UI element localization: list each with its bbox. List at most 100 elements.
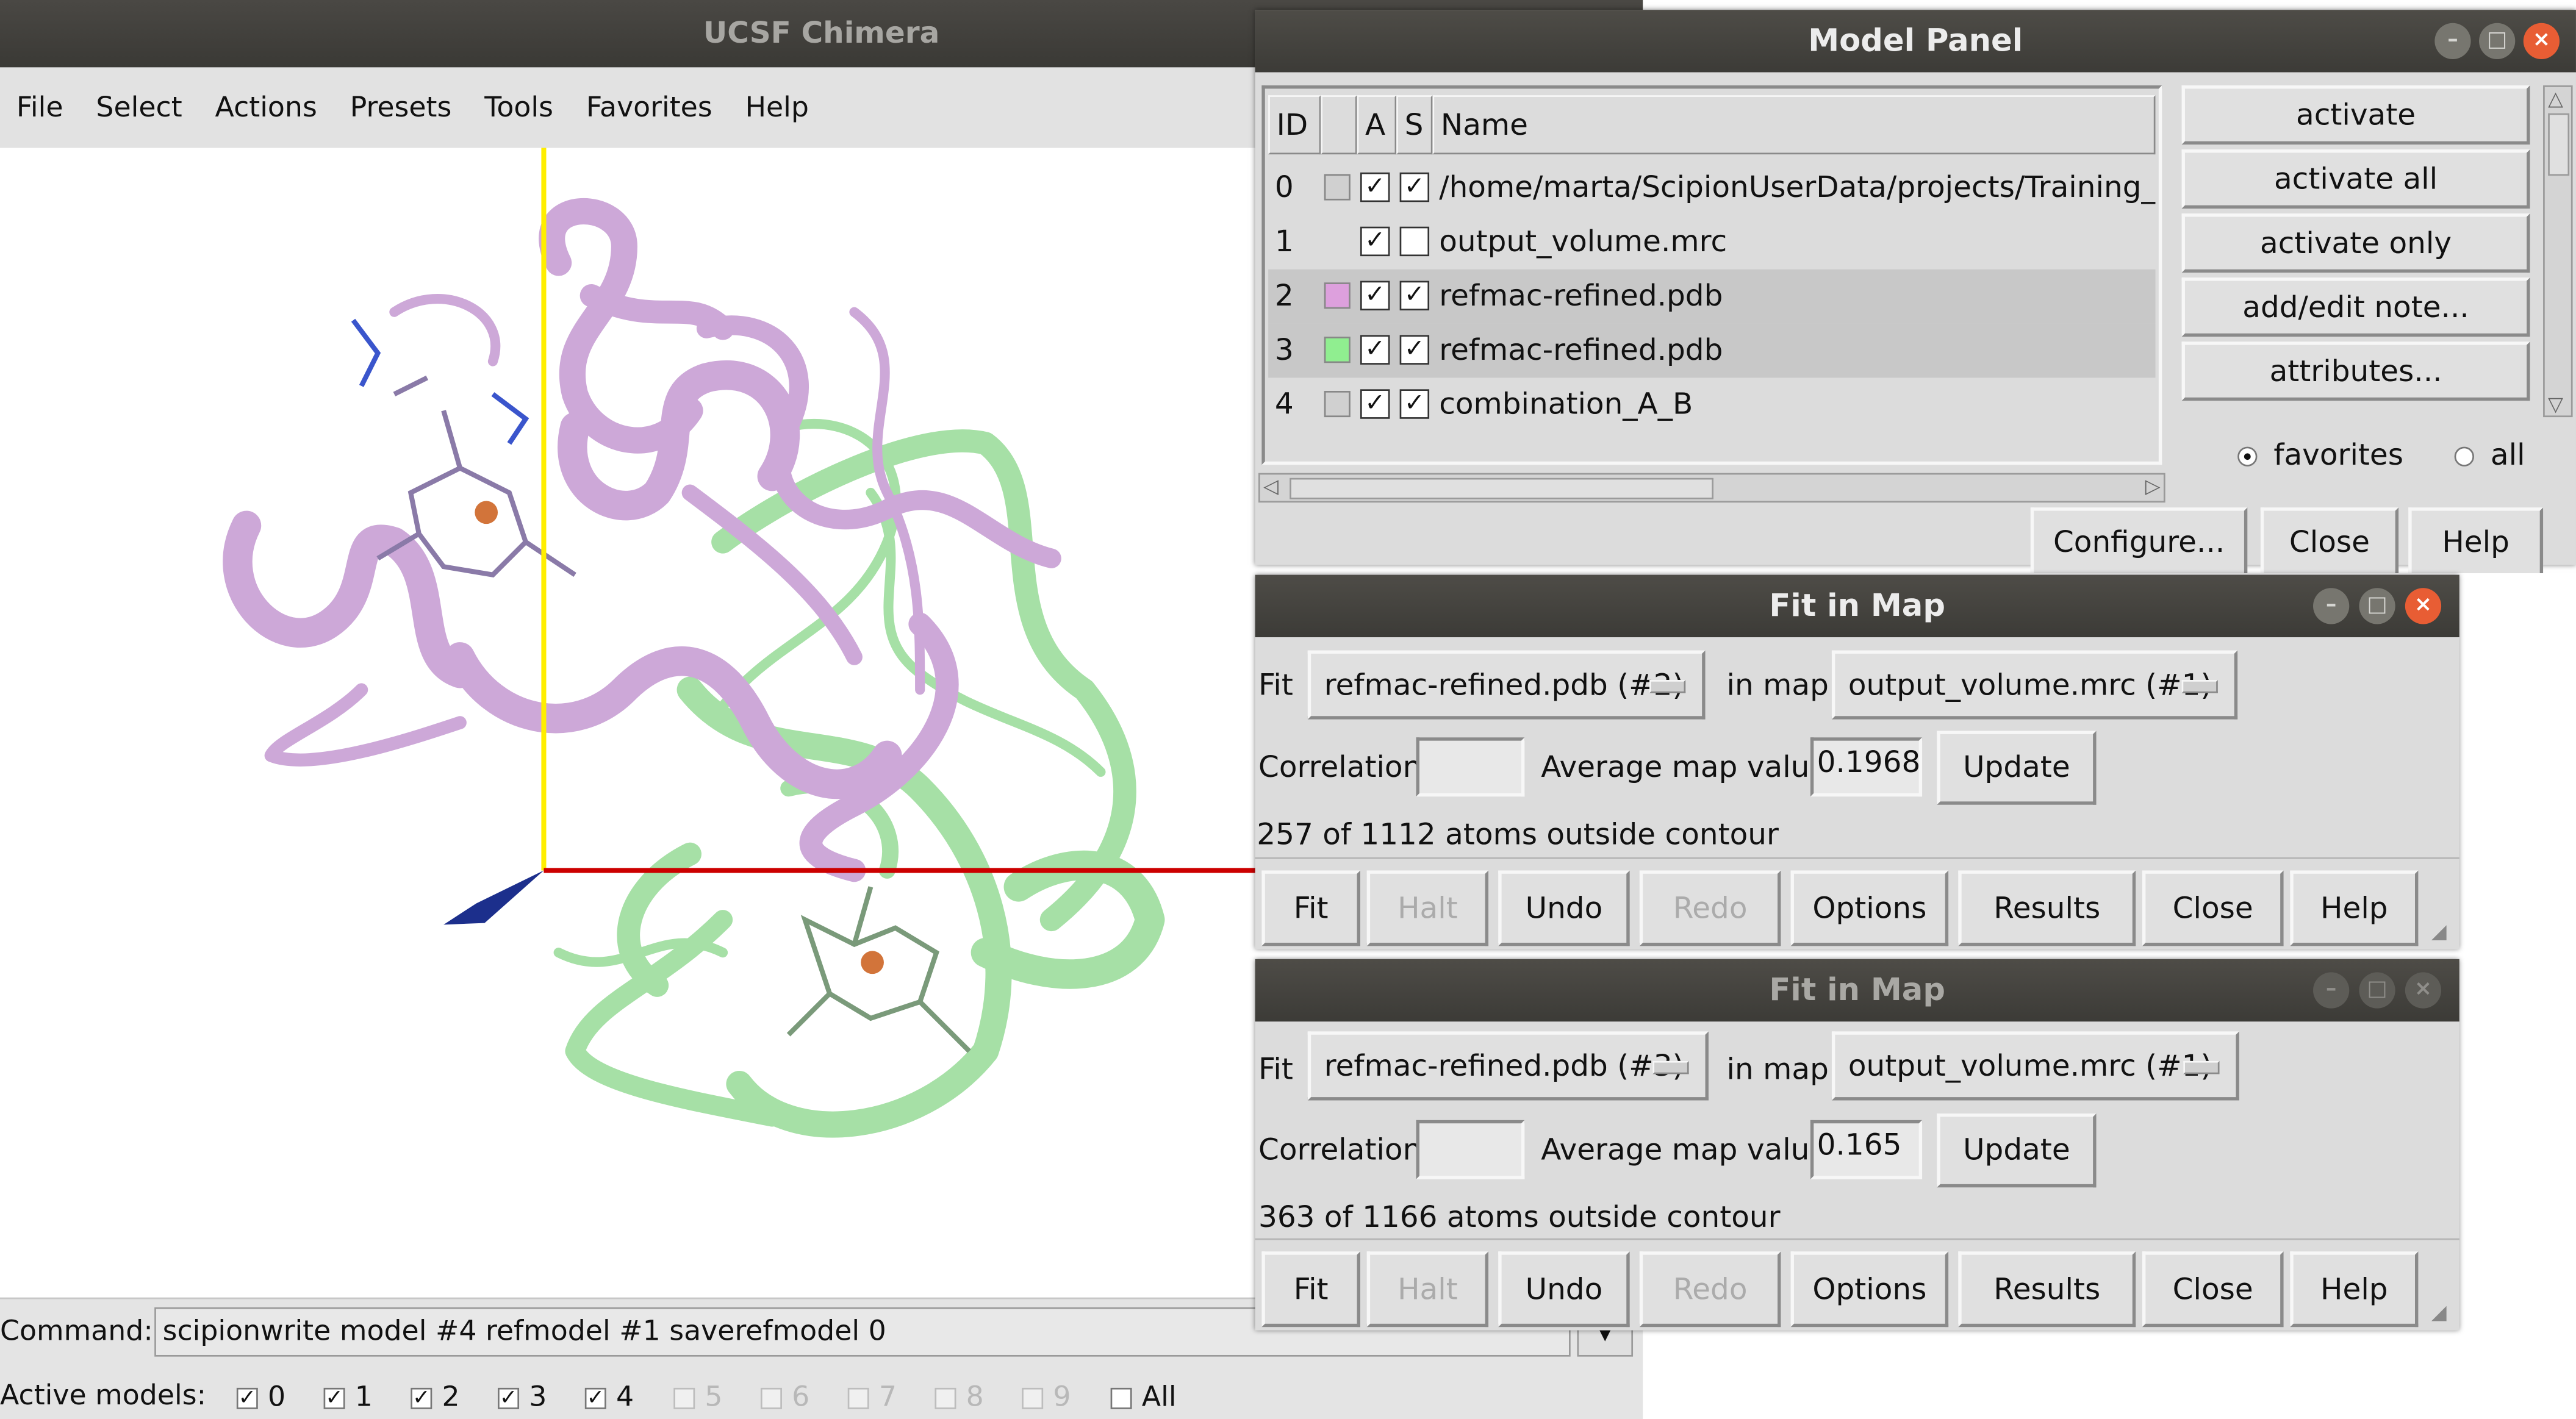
arrow-up-icon[interactable]: △ — [2548, 87, 2563, 110]
filter-all-radio[interactable]: all — [2454, 438, 2525, 473]
add-edit-note-button[interactable]: add/edit note... — [2181, 277, 2530, 337]
active-checkbox[interactable]: ✓ — [1360, 172, 1390, 202]
option-menu-indicator-icon — [1652, 1060, 1689, 1074]
menu-help[interactable]: Help — [729, 91, 825, 124]
shown-checkbox[interactable]: ✓ — [1399, 389, 1430, 419]
options-button[interactable]: Options — [1790, 870, 1949, 946]
menu-presets[interactable]: Presets — [334, 91, 468, 124]
active-checkbox[interactable]: ✓ — [1360, 226, 1390, 257]
table-row[interactable]: 0 ✓ ✓ /home/marta/ScipionUserData/projec… — [1268, 161, 2156, 215]
active-model-4[interactable]: ✓ 4 — [584, 1381, 634, 1414]
close-icon[interactable]: × — [2523, 23, 2560, 59]
models-table: ID A S Name 0 ✓ ✓ /home/marta/ScipionUse… — [1261, 85, 2162, 465]
scrollbar-thumb[interactable] — [1290, 477, 1714, 499]
menu-favorites[interactable]: Favorites — [570, 91, 729, 124]
results-button[interactable]: Results — [1958, 1251, 2136, 1328]
fit-model-menu[interactable]: refmac-refined.pdb (#3) — [1307, 1031, 1709, 1101]
correlation-label: Correlation — [1258, 1133, 1422, 1168]
average-map-value-label: Average map value — [1541, 1133, 1828, 1168]
table-horizontal-scrollbar[interactable]: ◁ ▷ — [1258, 473, 2165, 503]
shown-checkbox[interactable] — [1399, 226, 1430, 257]
option-menu-indicator-icon — [2181, 680, 2218, 693]
average-map-value-field[interactable]: 0.1968 — [1810, 737, 1923, 797]
color-swatch[interactable] — [1324, 174, 1351, 201]
table-row[interactable]: 4 ✓ ✓ combination_A_B — [1268, 377, 2155, 432]
table-row[interactable]: 3 ✓ ✓ refmac-refined.pdb — [1268, 323, 2156, 378]
active-model-2[interactable]: ✓ 2 — [411, 1381, 460, 1414]
menu-file[interactable]: File — [0, 91, 79, 124]
column-header-color[interactable] — [1321, 95, 1357, 155]
active-model-1[interactable]: ✓ 1 — [323, 1381, 373, 1414]
active-model-all[interactable]: All — [1110, 1381, 1177, 1414]
close-icon[interactable]: × — [2405, 972, 2442, 1009]
results-button[interactable]: Results — [1958, 870, 2136, 946]
active-model-3[interactable]: ✓ 3 — [498, 1381, 547, 1414]
update-button[interactable]: Update — [1937, 731, 2097, 805]
checkbox-icon: ✓ — [323, 1387, 345, 1409]
model-panel-close-button[interactable]: Close — [2260, 507, 2399, 573]
maximize-icon[interactable]: □ — [2359, 588, 2395, 624]
close-icon[interactable]: × — [2405, 588, 2442, 624]
undo-button[interactable]: Undo — [1498, 870, 1630, 946]
active-checkbox[interactable]: ✓ — [1360, 389, 1390, 419]
close-button[interactable]: Close — [2142, 1251, 2284, 1328]
table-row[interactable]: 1 ✓ output_volume.mrc — [1268, 215, 2155, 270]
color-swatch[interactable] — [1324, 337, 1351, 363]
options-button[interactable]: Options — [1790, 1251, 1949, 1328]
update-button[interactable]: Update — [1937, 1113, 2097, 1188]
active-checkbox[interactable]: ✓ — [1360, 281, 1390, 311]
minimize-icon[interactable]: – — [2434, 23, 2471, 59]
activate-only-button[interactable]: activate only — [2181, 213, 2530, 273]
correlation-field[interactable] — [1416, 1120, 1525, 1179]
fit-model-menu[interactable]: refmac-refined.pdb (#2) — [1307, 650, 1706, 720]
menu-select[interactable]: Select — [79, 91, 198, 124]
model-panel-title: Model Panel — [1808, 23, 2023, 59]
help-button[interactable]: Help — [2290, 1251, 2419, 1328]
shown-checkbox[interactable]: ✓ — [1399, 281, 1430, 311]
column-header-active[interactable]: A — [1357, 95, 1397, 155]
arrow-left-icon[interactable]: ◁ — [1263, 474, 1279, 498]
maximize-icon[interactable]: □ — [2359, 972, 2395, 1009]
color-swatch[interactable] — [1324, 282, 1351, 309]
maximize-icon[interactable]: □ — [2479, 23, 2516, 59]
column-header-name[interactable]: Name — [1432, 95, 2156, 155]
resize-grip-icon[interactable]: ◢ — [2431, 1301, 2455, 1324]
minimize-icon[interactable]: – — [2313, 588, 2350, 624]
help-button[interactable]: Help — [2290, 870, 2419, 946]
menu-actions[interactable]: Actions — [199, 91, 334, 124]
shown-checkbox[interactable]: ✓ — [1399, 172, 1430, 202]
model-panel-help-button[interactable]: Help — [2408, 507, 2544, 573]
color-swatch[interactable] — [1324, 391, 1351, 418]
arrow-right-icon[interactable]: ▷ — [2145, 474, 2161, 498]
configure-button[interactable]: Configure... — [2030, 507, 2248, 573]
minimize-icon[interactable]: – — [2313, 972, 2350, 1009]
filter-favorites-radio[interactable]: favorites — [2237, 438, 2403, 473]
fit-button[interactable]: Fit — [1261, 1251, 1360, 1328]
command-label: Command: — [0, 1315, 153, 1349]
table-row[interactable]: 2 ✓ ✓ refmac-refined.pdb — [1268, 269, 2156, 324]
correlation-field[interactable] — [1416, 737, 1525, 797]
actions-vertical-scrollbar[interactable]: △ ▽ — [2543, 85, 2573, 418]
resize-grip-icon[interactable]: ◢ — [2431, 920, 2455, 943]
active-model-0[interactable]: ✓ 0 — [236, 1381, 285, 1414]
map-menu[interactable]: output_volume.mrc (#1) — [1831, 1031, 2239, 1101]
attributes-button[interactable]: attributes... — [2181, 341, 2530, 401]
molecule-viewer[interactable] — [0, 148, 1265, 1298]
activate-all-button[interactable]: activate all — [2181, 149, 2530, 209]
checkbox-icon: ✓ — [584, 1387, 606, 1409]
close-button[interactable]: Close — [2142, 870, 2284, 946]
row-id: 4 — [1274, 387, 1294, 423]
row-id: 1 — [1274, 224, 1294, 260]
shown-checkbox[interactable]: ✓ — [1399, 335, 1430, 365]
active-checkbox[interactable]: ✓ — [1360, 335, 1390, 365]
map-menu[interactable]: output_volume.mrc (#1) — [1831, 650, 2238, 720]
menu-tools[interactable]: Tools — [468, 91, 570, 124]
column-header-id[interactable]: ID — [1268, 95, 1321, 155]
average-map-value-field[interactable]: 0.165 — [1810, 1120, 1923, 1179]
undo-button[interactable]: Undo — [1498, 1251, 1630, 1328]
activate-button[interactable]: activate — [2181, 85, 2530, 145]
fit-button[interactable]: Fit — [1261, 870, 1360, 946]
arrow-down-icon[interactable]: ▽ — [2548, 393, 2563, 416]
scrollbar-thumb[interactable] — [2548, 113, 2570, 176]
column-header-shown[interactable]: S — [1396, 95, 1433, 155]
